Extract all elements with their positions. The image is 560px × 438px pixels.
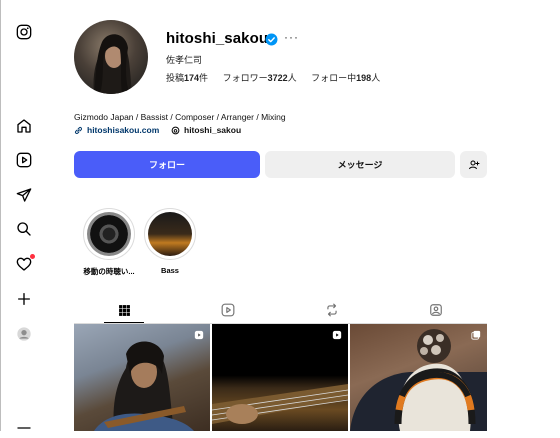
post-thumbnail[interactable] [74,324,210,431]
website-link[interactable]: hitoshisakou.com [74,125,159,135]
link-icon [75,126,82,134]
posts-count: 投稿174件 [166,73,209,83]
username: hitoshi_sakou [166,30,269,47]
search-icon[interactable] [14,219,34,239]
create-icon[interactable] [14,289,34,309]
tab-reels[interactable] [220,302,236,318]
profile-avatar[interactable] [74,20,148,94]
notification-dot [30,254,35,259]
grid-icon [118,304,130,316]
threads-link[interactable]: hitoshi_sakou [171,125,241,135]
instagram-icon[interactable] [14,22,34,42]
sidebar [0,0,48,431]
messages-icon[interactable] [14,185,34,205]
real-name: 佐孝仁司 [166,55,203,65]
repost-icon [327,303,337,317]
highlight-item[interactable]: Bass [144,208,196,275]
suggest-button[interactable] [460,151,487,178]
highlight-label: Bass [161,266,179,275]
bio-text: Gizmodo Japan / Bassist / Composer / Arr… [74,112,286,122]
threads-icon [171,126,180,134]
profile-stats: 投稿174件 フォロワー3722人 フォロー中198人 [166,71,392,84]
highlight-cover [87,212,131,256]
message-button[interactable]: メッセージ [265,151,455,178]
reels-tab-icon [221,303,235,317]
post-image [212,384,348,424]
active-tab-indicator [104,322,144,323]
highlight-cover [148,212,192,256]
post-image [94,341,194,431]
post-image [350,329,487,431]
follow-button[interactable]: フォロー [74,151,260,178]
add-user-icon [468,160,479,169]
followers-count[interactable]: フォロワー3722人 [223,73,297,83]
following-count[interactable]: フォロー中198人 [311,73,380,83]
tagged-icon [430,304,442,316]
home-icon[interactable] [14,116,34,136]
reels-icon[interactable] [14,150,34,170]
tab-posts[interactable] [116,302,132,318]
verified-badge-icon [265,33,278,46]
post-thumbnail[interactable] [212,324,348,431]
reel-badge-icon [194,330,204,340]
reel-badge-icon [332,330,342,340]
post-thumbnail[interactable] [350,324,487,431]
tab-tagged[interactable] [428,302,444,318]
carousel-badge-icon [471,330,481,340]
tab-reposts[interactable] [324,302,340,318]
profile-icon[interactable] [14,324,34,344]
highlight-label: 移動の時聴い... [83,267,135,276]
menu-icon[interactable] [14,418,34,438]
notifications-icon[interactable] [14,254,35,274]
options-button[interactable]: ··· [284,30,299,44]
highlight-item[interactable]: 移動の時聴い... [83,208,135,277]
